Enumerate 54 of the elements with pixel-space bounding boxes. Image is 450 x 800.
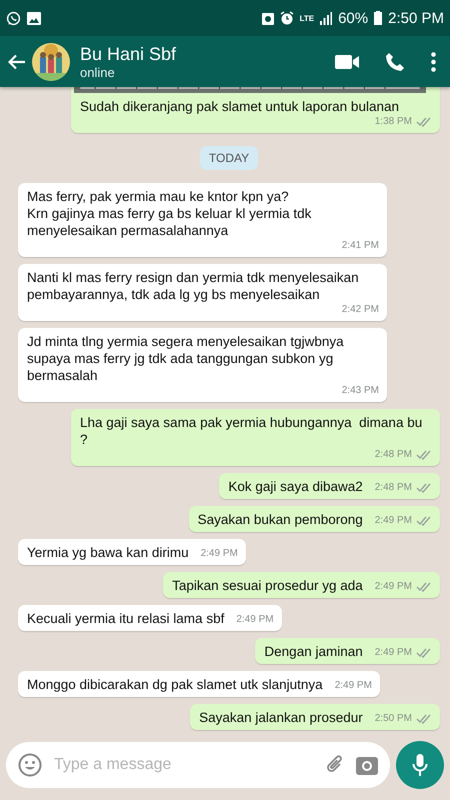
message-time: 2:48 PM	[374, 481, 412, 495]
message-time: 2:43 PM	[342, 384, 379, 398]
message-time: 1:38 PM	[374, 115, 412, 129]
double-check-icon	[416, 483, 432, 493]
message-text: Kok gaji saya dibawa2	[228, 478, 363, 495]
network-type: LTE	[300, 14, 314, 22]
double-check-icon	[416, 582, 432, 592]
contact-status: online	[80, 64, 116, 80]
back-arrow-icon[interactable]	[8, 54, 26, 70]
double-check-icon	[416, 450, 432, 460]
battery-percentage: 60%	[338, 10, 368, 26]
camera-icon[interactable]	[356, 755, 378, 775]
double-check-icon	[416, 714, 432, 724]
message-text: Lha gaji saya sama pak yermia hubungannya dimana bu ?	[80, 414, 424, 448]
double-check-icon	[416, 117, 432, 127]
contact-name[interactable]: Bu Hani Sbf	[80, 44, 329, 64]
more-options-icon[interactable]	[431, 52, 436, 72]
battery-icon	[374, 11, 382, 25]
message-text: Jd minta tlng yermia segera menyelesaikan tgjwbnya supaya mas ferry jg tdk ada tanggungan subkon yg bermasalah	[27, 333, 345, 384]
message-time: 2:48 PM	[374, 448, 412, 462]
message-time: 2:42 PM	[342, 303, 379, 317]
signal-icon	[320, 12, 332, 24]
microphone-button[interactable]	[396, 741, 444, 789]
message-time: 2:49 PM	[374, 514, 412, 528]
message-time: 2:49 PM	[236, 613, 274, 627]
message-time: 2:49 PM	[200, 547, 238, 561]
message-text: Mas ferry, pak yermia mau ke kntor kpn ya? Krn gajinya mas ferry ga bs keluar kl yermia tdk menyelesaikan permasalahannya	[27, 188, 312, 239]
message-text: Sayakan bukan pemborong	[198, 511, 363, 528]
whatsapp-icon	[6, 10, 21, 26]
message-field[interactable]: Type a message	[6, 742, 390, 788]
message-time: 2:49 PM	[374, 580, 412, 594]
clock-time: 2:50 PM	[388, 10, 444, 26]
message-text: Sudah dikeranjang pak slamet untuk laporan bulanan	[80, 98, 399, 115]
message-time: 2:41 PM	[342, 239, 379, 253]
message-text: Nanti kl mas ferry resign dan yermia tdk menyelesaikan pembayarannya, tdk ada lg yg bs menyelesaikan	[27, 269, 360, 303]
double-check-icon	[416, 516, 432, 526]
message-time: 2:50 PM	[374, 712, 412, 726]
message-time: 2:49 PM	[334, 679, 372, 693]
message-text: Monggo dibicarakan dg pak slamet utk slanjutnya	[27, 676, 323, 693]
message-text: Kecuali yermia itu relasi lama sbf	[27, 610, 224, 627]
date-badge: TODAY	[200, 146, 258, 170]
message-text: Yermia yg bawa kan dirimu	[27, 544, 189, 561]
alarm-icon	[280, 11, 294, 25]
emoji-icon[interactable]	[18, 753, 42, 777]
message-text: Sayakan jalankan prosedur	[199, 709, 363, 726]
microphone-icon	[412, 753, 428, 777]
message-text: Tapikan sesuai prosedur yg ada	[172, 577, 363, 594]
double-check-icon	[416, 648, 432, 658]
phone-icon[interactable]	[385, 52, 405, 72]
image-icon	[27, 12, 41, 24]
message-input[interactable]: Type a message	[52, 755, 314, 775]
message-time: 2:49 PM	[374, 646, 412, 660]
video-call-icon[interactable]	[335, 54, 359, 68]
message-text: Dengan jaminan	[264, 643, 363, 660]
